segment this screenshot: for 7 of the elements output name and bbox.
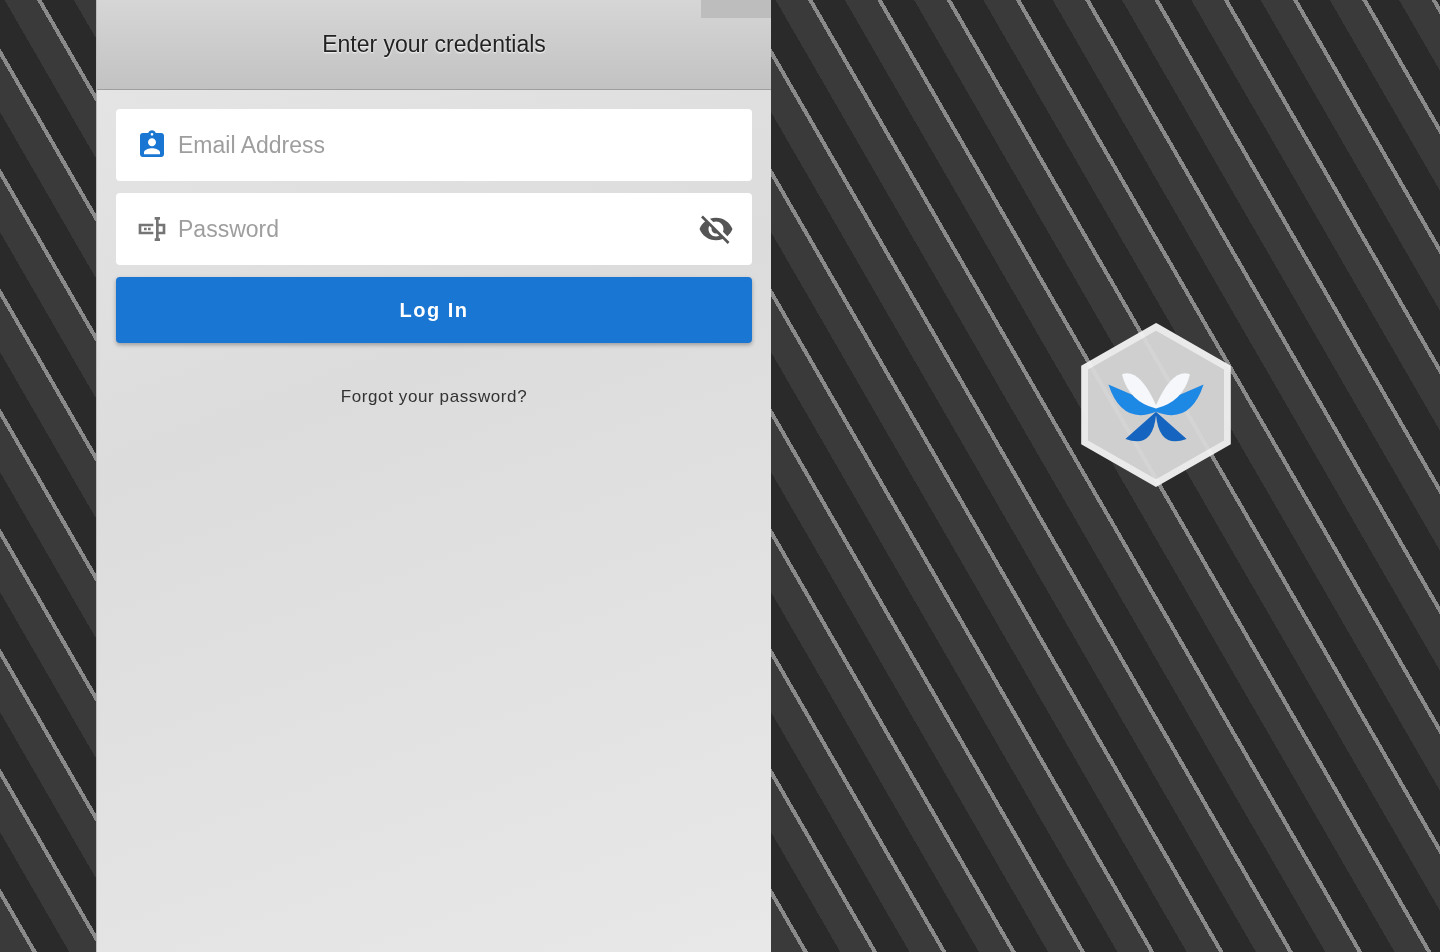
login-button[interactable]: Log In	[116, 277, 752, 343]
panel-title: Enter your credentials	[322, 31, 546, 58]
password-input[interactable]: Password	[176, 214, 690, 244]
password-field[interactable]: Password	[116, 193, 752, 265]
email-field[interactable]: Email Address	[116, 109, 752, 181]
forgot-password-link[interactable]: Forgot your password?	[340, 387, 528, 407]
email-input[interactable]: Email Address	[176, 130, 734, 160]
